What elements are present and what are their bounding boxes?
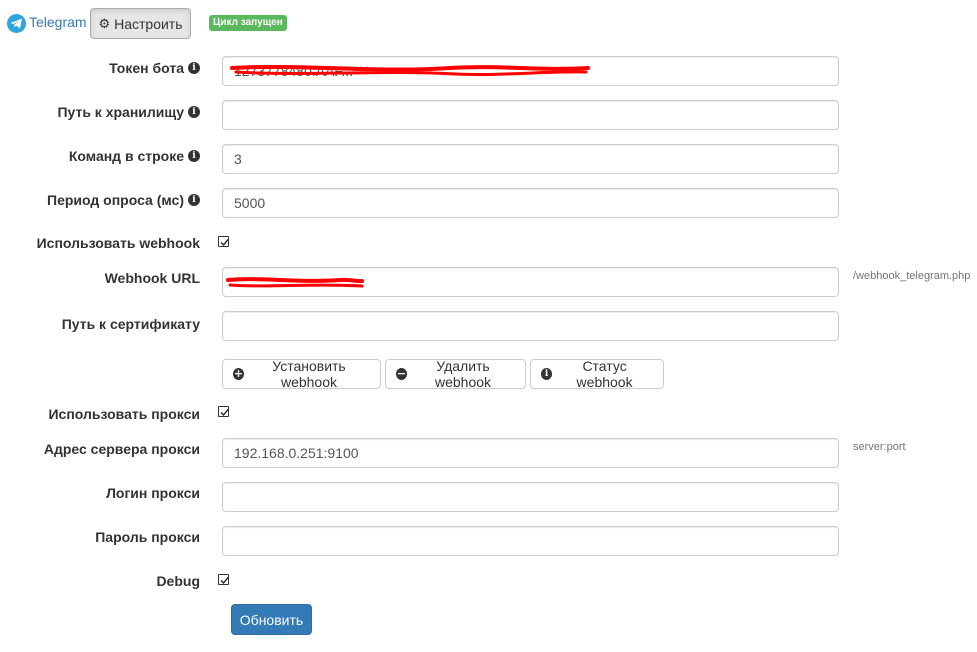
commands-per-row-label: Команд в строке i	[69, 147, 200, 165]
commands-per-row-input[interactable]	[222, 144, 839, 174]
update-button[interactable]: Обновить	[231, 604, 312, 635]
storage-path-input[interactable]	[222, 100, 839, 130]
webhook-url-input[interactable]	[222, 267, 839, 297]
checkmark-icon	[220, 239, 229, 247]
telegram-link[interactable]: Telegram	[29, 13, 87, 31]
info-icon[interactable]: i	[188, 62, 200, 74]
debug-checkbox[interactable]	[218, 574, 229, 585]
cert-path-input[interactable]	[222, 311, 839, 341]
configure-button[interactable]: ⚙ Настроить	[90, 8, 191, 39]
info-icon[interactable]: i	[188, 150, 200, 162]
use-proxy-checkbox[interactable]	[218, 406, 229, 417]
proxy-login-label: Логин прокси	[106, 485, 200, 501]
webhook-url-hint: /webhook_telegram.php	[853, 270, 971, 282]
configure-button-label: Настроить	[114, 15, 183, 32]
proxy-address-label: Адрес сервера прокси	[43, 441, 200, 457]
checkmark-icon	[220, 577, 229, 585]
use-webhook-checkbox[interactable]	[218, 236, 229, 247]
proxy-address-input[interactable]	[222, 438, 839, 468]
webhook-url-label: Webhook URL	[104, 270, 200, 286]
info-circle-icon: i	[541, 368, 553, 380]
info-icon[interactable]: i	[188, 194, 200, 206]
webhook-status-button[interactable]: i Статус webhook	[530, 358, 664, 390]
set-webhook-button[interactable]: + Установить webhook	[222, 358, 381, 390]
storage-path-label: Путь к хранилищу i	[57, 103, 200, 121]
proxy-login-input[interactable]	[222, 482, 839, 512]
bot-token-label: Токен бота i	[109, 59, 200, 77]
plus-circle-icon: +	[233, 367, 244, 380]
gear-icon: ⚙	[98, 16, 111, 31]
telegram-logo-icon	[7, 14, 26, 33]
use-proxy-label: Использовать прокси	[48, 406, 200, 422]
checkmark-icon	[220, 409, 229, 417]
proxy-password-input[interactable]	[222, 526, 839, 556]
poll-period-input[interactable]	[222, 188, 839, 218]
bot-token-input[interactable]	[222, 56, 839, 86]
proxy-address-hint: server:port	[853, 441, 906, 453]
status-badge: Цикл запущен	[209, 15, 287, 31]
minus-circle-icon: −	[396, 367, 407, 380]
info-icon[interactable]: i	[188, 106, 200, 118]
proxy-password-label: Пароль прокси	[95, 529, 200, 545]
cert-path-label: Путь к сертификату	[61, 316, 200, 332]
debug-label: Debug	[156, 573, 200, 589]
poll-period-label: Период опроса (мс) i	[47, 191, 200, 209]
use-webhook-label: Использовать webhook	[36, 235, 200, 251]
delete-webhook-button[interactable]: − Удалить webhook	[385, 358, 526, 390]
